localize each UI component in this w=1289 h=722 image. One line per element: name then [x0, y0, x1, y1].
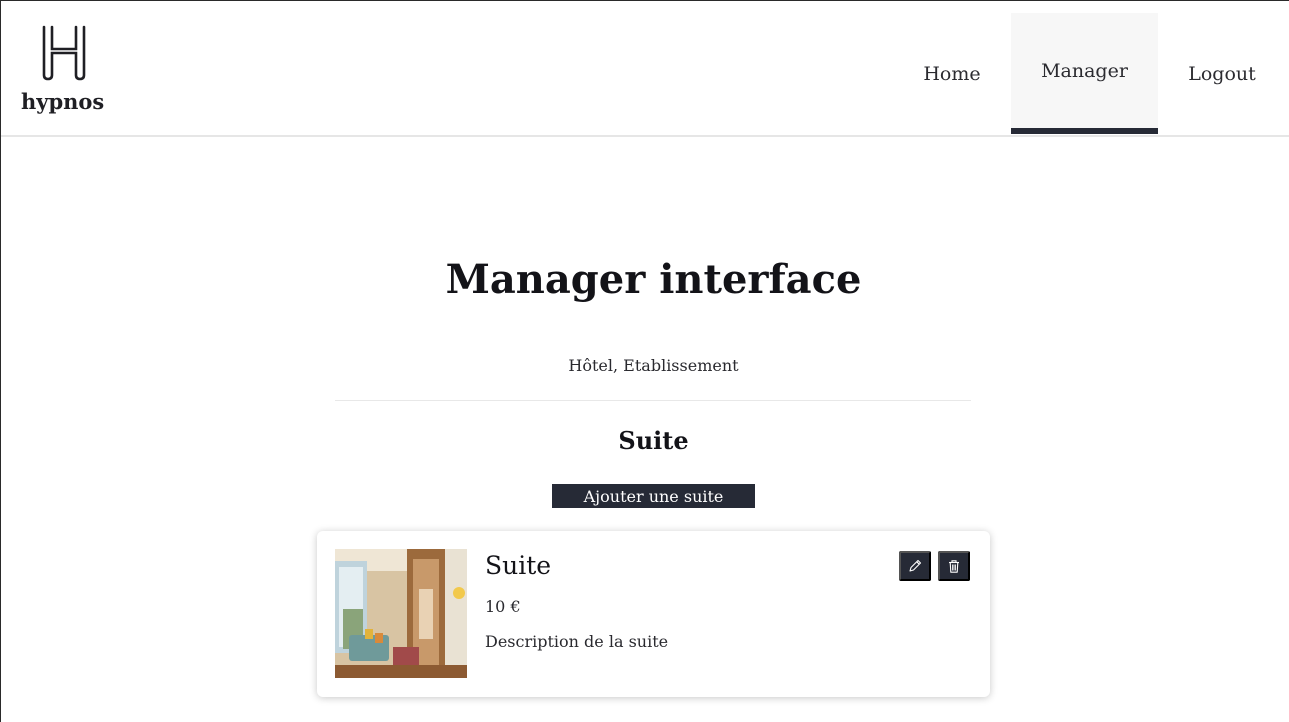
trash-icon	[949, 559, 959, 573]
nav-logout-link[interactable]: Logout	[1171, 13, 1273, 134]
suite-price: 10 €	[485, 597, 521, 616]
page-subtitle: Hôtel, Etablissement	[568, 356, 739, 375]
suite-description: Description de la suite	[485, 632, 669, 651]
suite-name: Suite	[485, 551, 552, 580]
suite-thumbnail	[335, 549, 467, 678]
brand-logo[interactable]: hypnos	[19, 23, 119, 119]
nav-home-link[interactable]: Home	[906, 13, 998, 134]
pencil-icon	[909, 559, 922, 572]
suite-photo-image	[335, 549, 467, 678]
add-suite-button[interactable]: Ajouter une suite	[552, 484, 755, 508]
section-title: Suite	[618, 426, 689, 455]
section-divider	[335, 400, 971, 401]
nav-manager-link[interactable]: Manager	[1011, 13, 1158, 134]
brand-logo-text: hypnos	[21, 89, 105, 114]
hypnos-h-icon	[42, 25, 86, 81]
app-frame: hypnos Home Manager Logout Manager inter…	[0, 0, 1289, 722]
page-title: Manager interface	[445, 256, 862, 303]
suite-card: Suite 10 € Description de la suite	[317, 531, 990, 697]
top-navbar: hypnos Home Manager Logout	[1, 1, 1289, 137]
delete-suite-button[interactable]	[938, 551, 970, 581]
edit-suite-button[interactable]	[899, 551, 931, 581]
